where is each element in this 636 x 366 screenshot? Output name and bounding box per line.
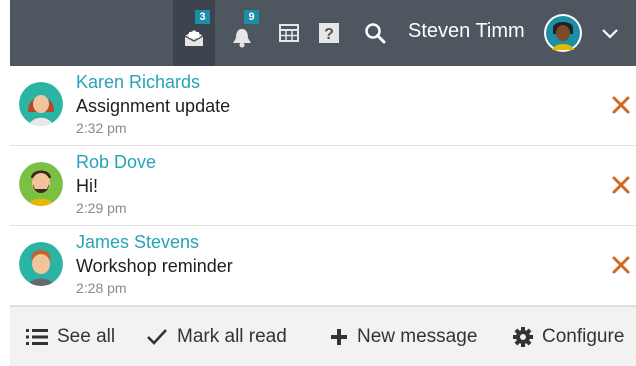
configure-link[interactable]: Configure bbox=[513, 307, 624, 366]
notifications-icon bbox=[233, 29, 251, 48]
user-avatar-icon bbox=[546, 16, 580, 50]
user-menu-toggle[interactable] bbox=[594, 0, 626, 66]
message-time: 2:29 pm bbox=[76, 200, 127, 216]
notifications-badge: 9 bbox=[244, 10, 259, 24]
avatar-karen-icon bbox=[19, 82, 63, 126]
new-message-link[interactable]: New message bbox=[330, 307, 477, 366]
list-icon bbox=[26, 328, 48, 345]
dismiss-icon[interactable] bbox=[610, 94, 632, 116]
mark-all-read-label: Mark all read bbox=[177, 325, 287, 347]
avatar bbox=[19, 242, 63, 286]
message-time: 2:32 pm bbox=[76, 120, 127, 136]
avatar bbox=[19, 82, 63, 126]
help-button[interactable]: ? bbox=[312, 0, 346, 66]
message-footer: See all Mark all read New message Config… bbox=[10, 306, 636, 366]
avatar-rob-icon bbox=[19, 162, 63, 206]
message-sender[interactable]: James Stevens bbox=[76, 232, 199, 253]
search-icon bbox=[365, 23, 386, 44]
dismiss-icon[interactable] bbox=[610, 254, 632, 276]
calendar-icon bbox=[279, 24, 299, 42]
message-item[interactable]: Rob Dove Hi! 2:29 pm bbox=[10, 146, 636, 226]
user-name[interactable]: Steven Timm bbox=[408, 20, 525, 43]
search-button[interactable] bbox=[358, 0, 392, 66]
avatar-james-icon bbox=[19, 242, 63, 286]
notifications-button[interactable]: 9 bbox=[222, 0, 262, 66]
mark-all-read-link[interactable]: Mark all read bbox=[146, 307, 287, 366]
messages-icon bbox=[184, 30, 204, 46]
user-avatar[interactable] bbox=[544, 14, 582, 52]
help-icon: ? bbox=[319, 23, 339, 43]
message-item[interactable]: James Stevens Workshop reminder 2:28 pm bbox=[10, 226, 636, 306]
new-message-label: New message bbox=[357, 325, 478, 347]
message-subject: Hi! bbox=[76, 176, 98, 196]
top-navbar: 3 9 ? Steven Timm bbox=[10, 0, 636, 66]
avatar bbox=[19, 162, 63, 206]
gear-icon bbox=[513, 326, 533, 347]
plus-icon bbox=[331, 328, 347, 345]
messages-button[interactable]: 3 bbox=[173, 0, 215, 66]
checkmark-icon bbox=[147, 328, 167, 345]
message-sender[interactable]: Rob Dove bbox=[76, 152, 156, 173]
see-all-label: See all bbox=[57, 325, 116, 347]
svg-text:?: ? bbox=[324, 26, 334, 43]
message-sender[interactable]: Karen Richards bbox=[76, 72, 200, 93]
message-list: Karen Richards Assignment update 2:32 pm… bbox=[10, 66, 636, 306]
message-subject: Assignment update bbox=[76, 96, 231, 116]
messages-badge: 3 bbox=[195, 10, 210, 24]
message-item[interactable]: Karen Richards Assignment update 2:32 pm bbox=[10, 66, 636, 146]
message-subject: Workshop reminder bbox=[76, 256, 233, 276]
calendar-button[interactable] bbox=[272, 0, 306, 66]
configure-label: Configure bbox=[542, 325, 625, 347]
dismiss-icon[interactable] bbox=[610, 174, 632, 196]
see-all-link[interactable]: See all bbox=[26, 307, 115, 366]
chevron-down-icon bbox=[602, 29, 618, 39]
message-time: 2:28 pm bbox=[76, 280, 127, 296]
